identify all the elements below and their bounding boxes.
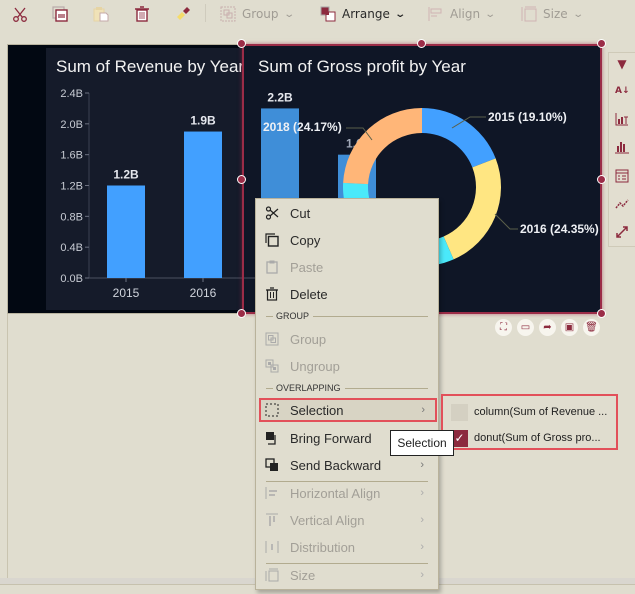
context-menu: Cut Copy Paste Delete GROUP Group Ungrou… [255, 198, 439, 590]
menu-item-size[interactable]: Size › [256, 563, 438, 587]
resize-handle[interactable] [237, 309, 246, 318]
bring-forward-icon [266, 432, 276, 445]
delete-icon[interactable]: 🗑 [583, 319, 600, 336]
chevron-right-icon: › [420, 569, 424, 581]
menu-item-label: Vertical Align [290, 512, 365, 528]
checkbox[interactable] [451, 403, 468, 421]
y-tick-label: 2.4B [60, 88, 83, 100]
menu-item-label: Paste [290, 259, 324, 275]
submenu-item-column[interactable]: column(Sum of Revenue ... [451, 402, 607, 422]
resize-handle[interactable] [597, 39, 606, 48]
vertical-align-icon [266, 513, 278, 526]
y-tick-label: 2.0B [60, 119, 83, 131]
menu-item-copy[interactable]: Copy [256, 228, 438, 252]
resize-handle[interactable] [237, 39, 246, 48]
y-tick-label: 1.2B [60, 181, 83, 193]
x-tick-label: 2016 [190, 286, 217, 300]
y-tick-label: 1.6B [60, 150, 83, 162]
resize-handle[interactable] [417, 39, 426, 48]
copy-icon [265, 233, 279, 247]
menu-item-vertical-align[interactable]: Vertical Align › [256, 508, 438, 532]
submenu-item-donut[interactable]: ✓ donut(Sum of Gross pro... [451, 428, 601, 448]
menu-item-cut[interactable]: Cut [256, 201, 438, 225]
fullscreen-icon[interactable]: ⛶ [495, 319, 512, 336]
bar-value-label: 1.9B [190, 114, 216, 128]
y-tick-label: 0.8B [60, 211, 83, 223]
trash-icon [266, 287, 278, 301]
scissors-icon [265, 206, 279, 220]
donut-slice-label: 2018 (24.17%) [263, 120, 342, 134]
menu-item-ungroup[interactable]: Ungroup [256, 354, 438, 378]
bar-chart-icon[interactable] [615, 140, 629, 154]
checkmark-icon: ✓ [454, 431, 465, 445]
menu-item-distribution[interactable]: Distribution › [256, 535, 438, 559]
send-backward-icon [265, 458, 278, 471]
horizontal-align-icon [265, 487, 277, 499]
menu-item-selection[interactable]: Selection › [259, 398, 437, 422]
share-icon[interactable]: ➦ [539, 319, 556, 336]
menu-item-paste[interactable]: Paste [256, 255, 438, 279]
donut-slice-label: 2016 (24.35%) [520, 222, 599, 236]
menu-item-label: Send Backward [290, 457, 382, 473]
menu-item-delete[interactable]: Delete [256, 282, 438, 306]
group-icon [265, 332, 279, 346]
menu-item-group[interactable]: Group [256, 327, 438, 351]
bar [107, 185, 145, 278]
menu-item-label: Size [290, 567, 316, 583]
dashed-selection-icon [265, 403, 279, 417]
menu-item-label: Selection [290, 402, 344, 418]
menu-item-label: Horizontal Align [290, 485, 381, 501]
menu-item-label: Cut [290, 205, 311, 221]
menu-item-label: Copy [290, 232, 321, 248]
chevron-right-icon: › [421, 404, 425, 416]
menu-item-label: Delete [290, 286, 328, 302]
resize-handle[interactable] [237, 175, 246, 184]
size-icon [265, 568, 279, 582]
chart-options-icon[interactable] [615, 112, 629, 126]
comment-icon[interactable]: ▭ [517, 319, 534, 336]
tooltip: Selection [390, 430, 454, 456]
menu-item-send-backward[interactable]: Send Backward › [256, 453, 438, 477]
chevron-right-icon: › [420, 487, 424, 499]
section-group-header: GROUP [266, 310, 428, 322]
donut-leader-line [494, 213, 518, 230]
expand-icon[interactable] [615, 225, 629, 239]
bar-value-label: 1.2B [113, 168, 139, 182]
menu-item-label: Group [290, 331, 327, 347]
distribution-icon [265, 541, 279, 553]
chevron-right-icon: › [420, 514, 424, 526]
donut-slice [343, 108, 422, 185]
resize-handle[interactable] [597, 175, 606, 184]
x-tick-label: 2015 [113, 286, 140, 300]
chevron-right-icon: › [420, 459, 424, 471]
section-overlapping-header: OVERLAPPING [266, 382, 428, 394]
clipboard-icon [266, 260, 278, 274]
donut-slice [443, 158, 501, 260]
menu-item-label: Bring Forward [290, 430, 372, 446]
submenu-item-label: column(Sum of Revenue ... [474, 406, 608, 418]
widget-side-panel: ▼ A↓ [608, 52, 635, 247]
donut-slice-label: 2015 (19.10%) [488, 110, 567, 124]
trendline-icon[interactable] [615, 197, 629, 211]
selection-submenu: column(Sum of Revenue ... ✓ donut(Sum of… [441, 394, 618, 450]
table-icon[interactable] [615, 169, 629, 183]
menu-item-horizontal-align[interactable]: Horizontal Align › [256, 481, 438, 505]
save-icon[interactable]: ▣ [561, 319, 578, 336]
chevron-right-icon: › [420, 541, 424, 553]
bar [184, 131, 222, 278]
bar-value-label: 2.2B [267, 90, 293, 104]
y-tick-label: 0.0B [60, 273, 83, 285]
filter-icon[interactable]: ▼ [615, 57, 629, 71]
submenu-item-label: donut(Sum of Gross pro... [474, 432, 601, 444]
menu-item-label: Ungroup [290, 358, 340, 374]
canvas-edge [7, 314, 8, 578]
ungroup-icon [265, 359, 279, 373]
menu-item-label: Distribution [290, 539, 356, 555]
y-tick-label: 0.4B [60, 242, 83, 254]
resize-handle[interactable] [597, 309, 606, 318]
sort-icon[interactable]: A↓ [615, 84, 630, 98]
